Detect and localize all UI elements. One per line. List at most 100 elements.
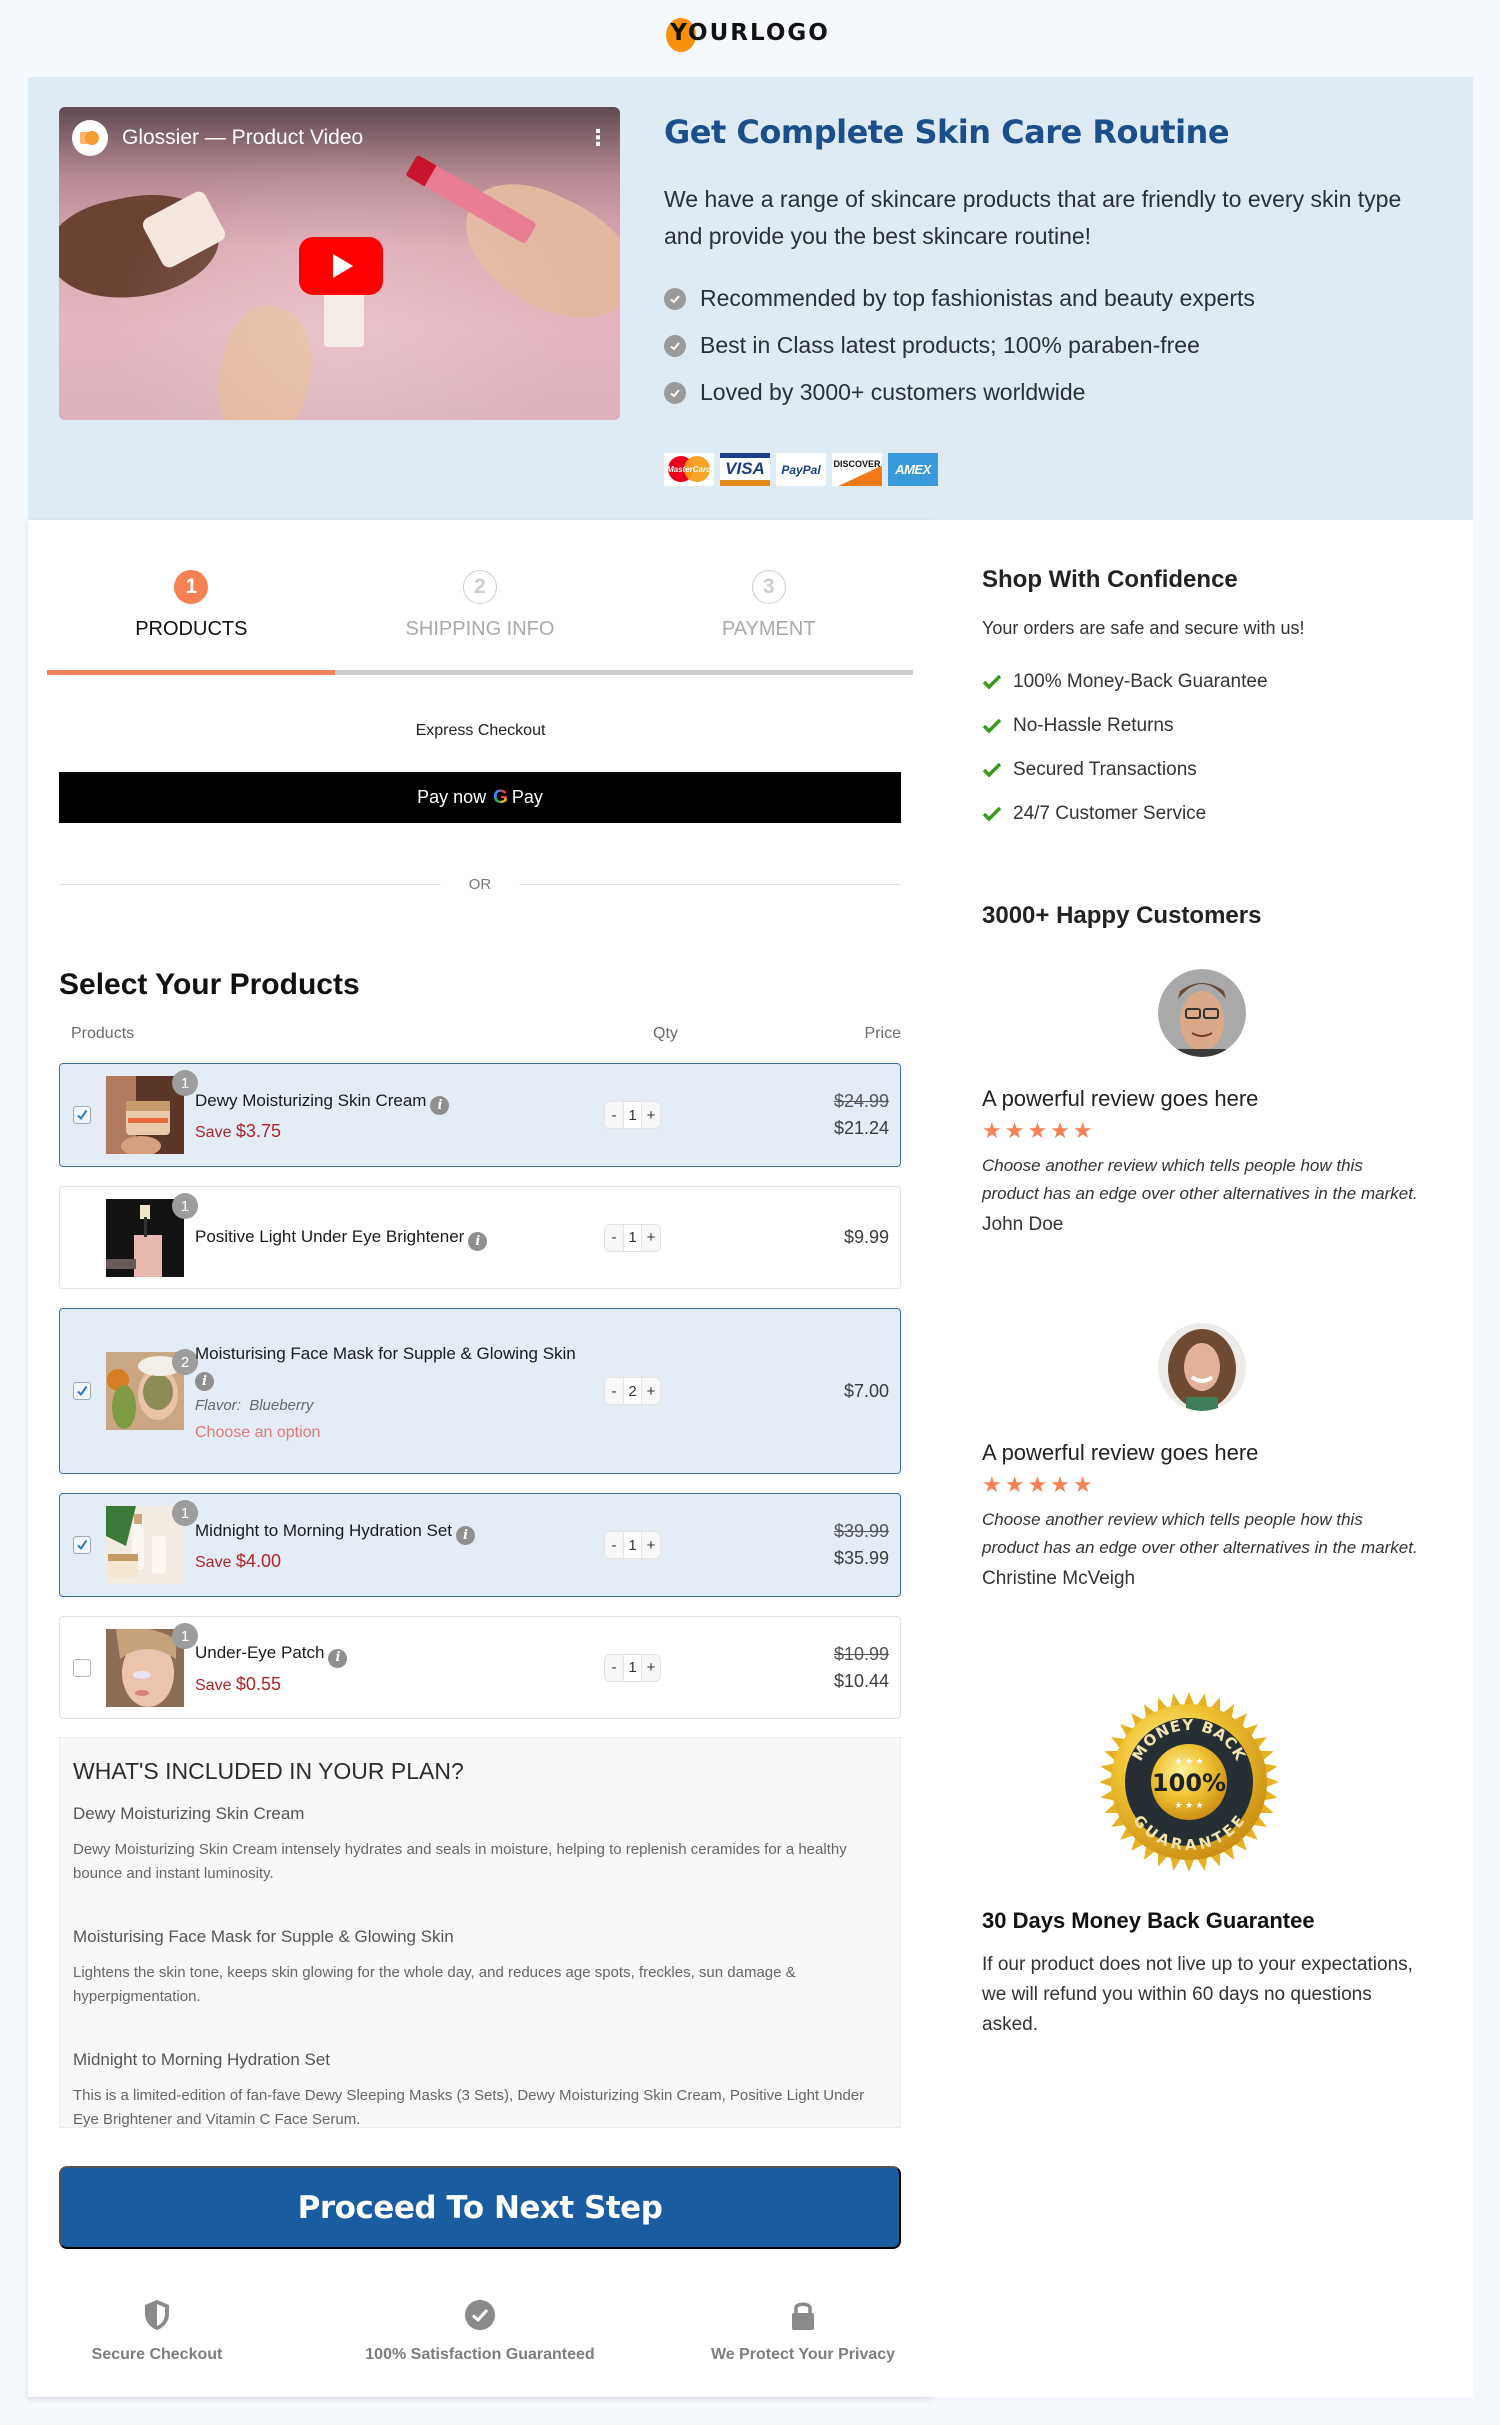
product-checkbox[interactable] bbox=[73, 1382, 91, 1400]
qty-value[interactable]: 1 bbox=[623, 1102, 642, 1128]
step-progress-bar bbox=[47, 670, 913, 675]
product-row[interactable]: 1 Under-Eye Patch i Save $0.55 - 1 + $10.… bbox=[59, 1616, 901, 1719]
plan-item-description: Lightens the skin tone, keeps skin glowi… bbox=[73, 1964, 796, 2005]
gpay-prefix: Pay now bbox=[417, 787, 487, 807]
info-icon[interactable]: i bbox=[430, 1096, 450, 1116]
plan-title: WHAT'S INCLUDED IN YOUR PLAN? bbox=[73, 1758, 464, 1784]
or-divider: OR bbox=[59, 876, 901, 893]
quantity-stepper[interactable]: - 1 + bbox=[604, 1653, 661, 1682]
guarantee-text: If our product does not live up to your … bbox=[982, 1954, 1413, 2035]
product-price: $7.00 bbox=[844, 1378, 889, 1405]
step-shipping-info[interactable]: 2 SHIPPING INFO bbox=[336, 570, 625, 641]
review-author: Christine McVeigh bbox=[982, 1568, 1136, 1589]
youtube-play-icon[interactable] bbox=[299, 237, 383, 295]
google-pay-button[interactable]: Pay now G Pay bbox=[59, 772, 901, 823]
product-row[interactable]: 2 Moisturising Face Mask for Supple & Gl… bbox=[59, 1308, 901, 1474]
qty-decrease-button[interactable]: - bbox=[605, 1378, 623, 1404]
confidence-item: Secured Transactions bbox=[982, 748, 1268, 792]
qty-increase-button[interactable]: + bbox=[642, 1378, 660, 1404]
qty-value[interactable]: 2 bbox=[623, 1378, 642, 1404]
review-body: Choose another review which tells people… bbox=[982, 1156, 1418, 1203]
qty-increase-button[interactable]: + bbox=[642, 1532, 660, 1558]
quantity-stepper[interactable]: - 1 + bbox=[604, 1101, 661, 1129]
paypal-icon: PayPal bbox=[776, 453, 826, 486]
select-products-title: Select Your Products bbox=[59, 968, 360, 1001]
quantity-stepper[interactable]: - 2 + bbox=[604, 1377, 661, 1405]
video-title[interactable]: Glossier — Product Video bbox=[122, 126, 587, 150]
star-rating: ★★★★★ bbox=[982, 1472, 1096, 1497]
step-label: SHIPPING INFO bbox=[405, 618, 555, 640]
proceed-next-step-button[interactable]: Proceed To Next Step bbox=[59, 2166, 901, 2249]
product-info: Midnight to Morning Hydration Set i Save … bbox=[195, 1518, 575, 1573]
hero-bullet: Loved by 3000+ customers worldwide bbox=[664, 369, 1444, 416]
quantity-stepper[interactable]: - 1 + bbox=[604, 1223, 661, 1252]
hero-bullet-text: Best in Class latest products; 100% para… bbox=[700, 332, 1200, 358]
quantity-stepper[interactable]: - 1 + bbox=[604, 1531, 661, 1559]
product-row[interactable]: 1 Midnight to Morning Hydration Set i Sav… bbox=[59, 1493, 901, 1597]
qty-increase-button[interactable]: + bbox=[642, 1654, 660, 1681]
choose-option-link[interactable]: Choose an option bbox=[195, 1424, 585, 1442]
site-logo[interactable]: YOURLOGO bbox=[0, 18, 1500, 58]
checkmark-icon bbox=[982, 674, 1002, 690]
hero-bullet: Best in Class latest products; 100% para… bbox=[664, 322, 1444, 369]
hero-bullet-list: Recommended by top fashionistas and beau… bbox=[664, 275, 1444, 416]
step-payment[interactable]: 3 PAYMENT bbox=[624, 570, 913, 641]
info-icon[interactable]: i bbox=[468, 1232, 488, 1252]
sale-price: $7.00 bbox=[843, 1380, 889, 1401]
guarantee-title: 30 Days Money Back Guarantee bbox=[982, 1908, 1315, 1933]
review-title: A powerful review goes here bbox=[982, 1086, 1259, 1111]
qty-value[interactable]: 1 bbox=[623, 1654, 642, 1681]
divider-line bbox=[519, 884, 901, 885]
step-products[interactable]: 1 PRODUCTS bbox=[47, 570, 336, 641]
qty-decrease-button[interactable]: - bbox=[605, 1224, 623, 1251]
step-number: 2 bbox=[463, 570, 497, 604]
info-icon[interactable]: i bbox=[328, 1648, 348, 1668]
confidence-title: Shop With Confidence bbox=[982, 566, 1238, 593]
original-price: $39.99 bbox=[833, 1521, 889, 1541]
checkmark-icon bbox=[982, 806, 1002, 822]
info-icon[interactable]: i bbox=[195, 1371, 214, 1391]
info-icon[interactable]: i bbox=[456, 1526, 476, 1546]
avatar bbox=[1158, 1323, 1246, 1411]
product-checkbox[interactable] bbox=[73, 1536, 91, 1554]
qty-decrease-button[interactable]: - bbox=[605, 1654, 623, 1681]
product-name: Dewy Moisturizing Skin Cream i bbox=[195, 1088, 575, 1116]
variant-label: Flavor: Blueberry bbox=[195, 1396, 314, 1414]
svg-text:100%: 100% bbox=[1152, 1769, 1226, 1797]
qty-value[interactable]: 1 bbox=[623, 1532, 642, 1558]
product-row[interactable]: 1 Positive Light Under Eye Brightener i -… bbox=[59, 1186, 901, 1289]
original-price: $10.99 bbox=[833, 1643, 889, 1664]
checkmark-icon bbox=[982, 718, 1002, 734]
product-table-header: Products Qty Price bbox=[71, 1025, 901, 1043]
hero-bullet-text: Recommended by top fashionistas and beau… bbox=[700, 285, 1255, 311]
express-checkout-label: Express Checkout bbox=[415, 722, 546, 739]
product-checkbox[interactable] bbox=[73, 1106, 91, 1124]
divider-line bbox=[59, 884, 441, 885]
qty-increase-button[interactable]: + bbox=[642, 1102, 660, 1128]
qty-decrease-button[interactable]: - bbox=[605, 1102, 623, 1128]
sale-price: $9.99 bbox=[843, 1227, 889, 1247]
step-label: PRODUCTS bbox=[135, 618, 248, 640]
mastercard-icon: MasterCard bbox=[664, 453, 714, 486]
qty-decrease-button[interactable]: - bbox=[605, 1532, 623, 1558]
visa-icon: VISA bbox=[720, 453, 770, 486]
sidebar: Shop With Confidence Your orders are saf… bbox=[933, 520, 1473, 2397]
confidence-item: No-Hassle Returns bbox=[982, 704, 1268, 748]
product-price: $10.99 $10.44 bbox=[834, 1641, 889, 1695]
qty-increase-button[interactable]: + bbox=[642, 1224, 660, 1251]
star-rating: ★★★★★ bbox=[982, 1118, 1096, 1143]
product-video-player[interactable]: Glossier — Product Video ⋮ bbox=[59, 107, 620, 420]
product-row[interactable]: 1 Dewy Moisturizing Skin Cream i Save $3.… bbox=[59, 1063, 901, 1167]
trust-badges: Secure Checkout 100% Satisfaction Guaran… bbox=[59, 2298, 901, 2364]
trust-badge-privacy: We Protect Your Privacy bbox=[703, 2298, 903, 2364]
checkout-card: 1 PRODUCTS 2 SHIPPING INFO 3 PAYMENT Exp… bbox=[28, 520, 933, 2397]
product-checkbox[interactable] bbox=[73, 1658, 91, 1677]
logo-text: YOURLOGO bbox=[670, 20, 830, 46]
confidence-item: 100% Money-Back Guarantee bbox=[982, 660, 1268, 704]
hero-description: We have a range of skincare products tha… bbox=[664, 186, 1402, 249]
vertical-dots-icon[interactable]: ⋮ bbox=[587, 127, 609, 149]
qty-value[interactable]: 1 bbox=[623, 1224, 642, 1251]
channel-avatar-icon[interactable] bbox=[72, 120, 108, 156]
